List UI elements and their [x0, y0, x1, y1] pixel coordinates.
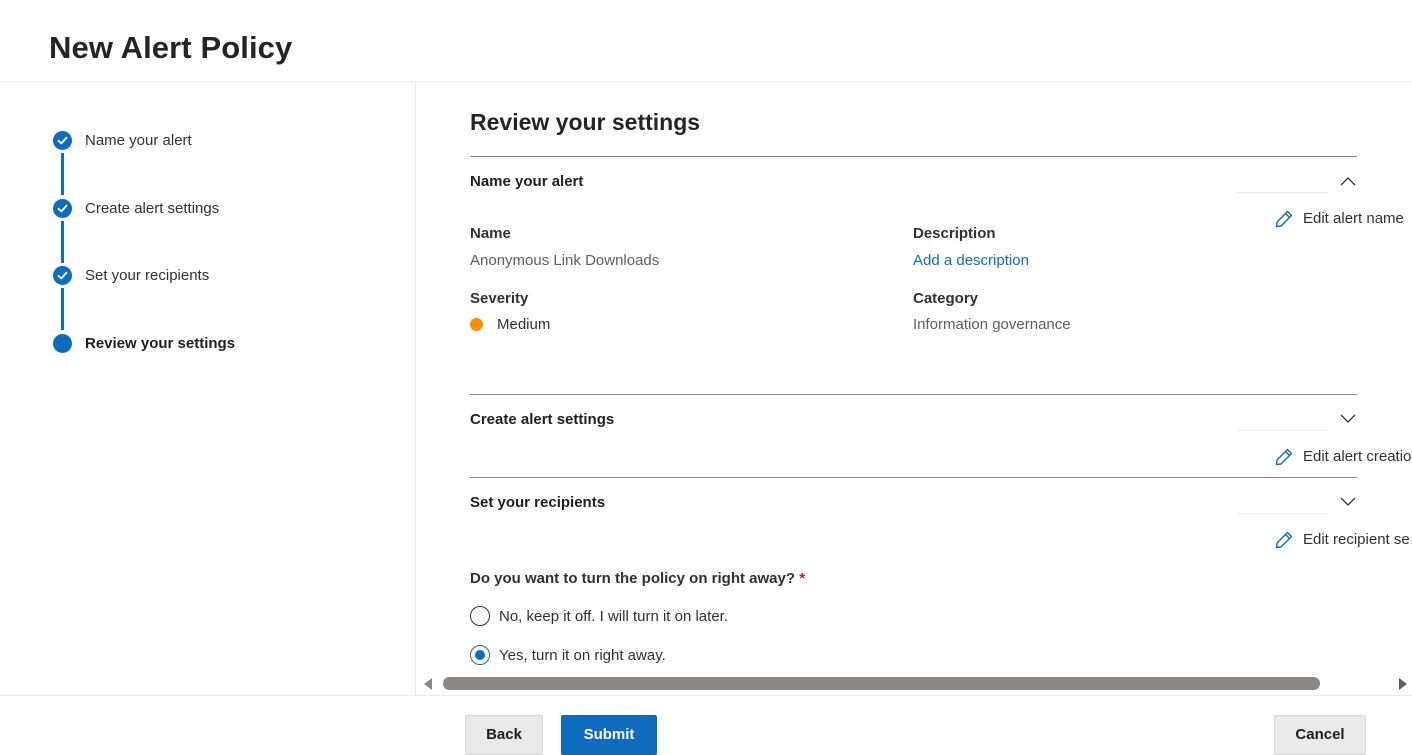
question-text: Do you want to turn the policy on right … — [470, 570, 796, 587]
wizard-steps-sidebar: Name your alert Create alert settings Se… — [0, 82, 416, 695]
severity-value: Medium — [497, 316, 551, 333]
wizard-step-label: Set your recipients — [85, 267, 210, 284]
accordion-title-recipients[interactable]: Set your recipients — [470, 494, 605, 511]
current-step-icon — [53, 334, 72, 353]
edit-link-label: Edit alert name — [1303, 210, 1404, 227]
wizard-step-label: Create alert settings — [85, 200, 220, 217]
pencil-icon — [1275, 210, 1293, 228]
radio-turn-on-label[interactable]: Yes, turn it on right away. — [499, 647, 666, 664]
checkmark-icon — [53, 266, 72, 285]
review-panel: Review your settings Name your alert Edi… — [416, 82, 1412, 675]
edit-link-label: Edit recipient se — [1303, 531, 1410, 548]
edit-link-label: Edit alert creatio — [1303, 448, 1412, 465]
pencil-icon — [1275, 531, 1293, 549]
divider — [470, 156, 1357, 157]
radio-keep-off[interactable] — [470, 606, 490, 626]
accordion-title-create-settings[interactable]: Create alert settings — [470, 411, 614, 428]
description-label: Description — [913, 225, 996, 242]
divider — [1237, 430, 1328, 431]
cancel-button[interactable]: Cancel — [1274, 715, 1366, 755]
page-header: New Alert Policy — [0, 0, 1412, 82]
step-connector — [61, 153, 64, 195]
radio-keep-off-label[interactable]: No, keep it off. I will turn it on later… — [499, 608, 728, 625]
required-marker: * — [799, 570, 806, 587]
chevron-down-icon[interactable] — [1340, 497, 1356, 507]
checkmark-icon — [53, 199, 72, 218]
radio-selected-indicator — [474, 649, 485, 660]
scrollbar-thumb[interactable] — [443, 677, 1320, 690]
horizontal-scrollbar[interactable] — [416, 675, 1412, 693]
step-connector — [61, 221, 64, 263]
pencil-icon — [1275, 448, 1293, 466]
divider — [1237, 513, 1328, 514]
checkmark-icon — [53, 131, 72, 150]
submit-button[interactable]: Submit — [561, 715, 657, 755]
category-label: Category — [913, 290, 979, 307]
radio-turn-on[interactable] — [470, 645, 490, 665]
wizard-footer: Back Submit Cancel — [0, 695, 1412, 755]
scroll-left-icon[interactable] — [421, 677, 435, 691]
divider — [470, 477, 1357, 478]
page-title: New Alert Policy — [49, 30, 293, 65]
divider — [1237, 192, 1328, 193]
chevron-down-icon[interactable] — [1340, 414, 1356, 424]
category-value: Information governance — [913, 316, 1071, 333]
name-label: Name — [470, 225, 511, 242]
scroll-right-icon[interactable] — [1396, 677, 1410, 691]
accordion-title-name-alert[interactable]: Name your alert — [470, 173, 583, 190]
wizard-step-label: Name your alert — [85, 132, 192, 149]
step-connector — [61, 288, 64, 330]
wizard-step-label: Review your settings — [85, 335, 236, 352]
name-value: Anonymous Link Downloads — [470, 252, 660, 269]
severity-medium-icon — [470, 318, 483, 331]
section-title: Review your settings — [470, 109, 701, 135]
add-description-link[interactable]: Add a description — [913, 252, 1029, 269]
severity-label: Severity — [470, 290, 529, 307]
back-button[interactable]: Back — [465, 715, 543, 755]
policy-on-question: Do you want to turn the policy on right … — [470, 570, 805, 587]
divider — [470, 394, 1357, 395]
chevron-up-icon[interactable] — [1340, 176, 1356, 186]
